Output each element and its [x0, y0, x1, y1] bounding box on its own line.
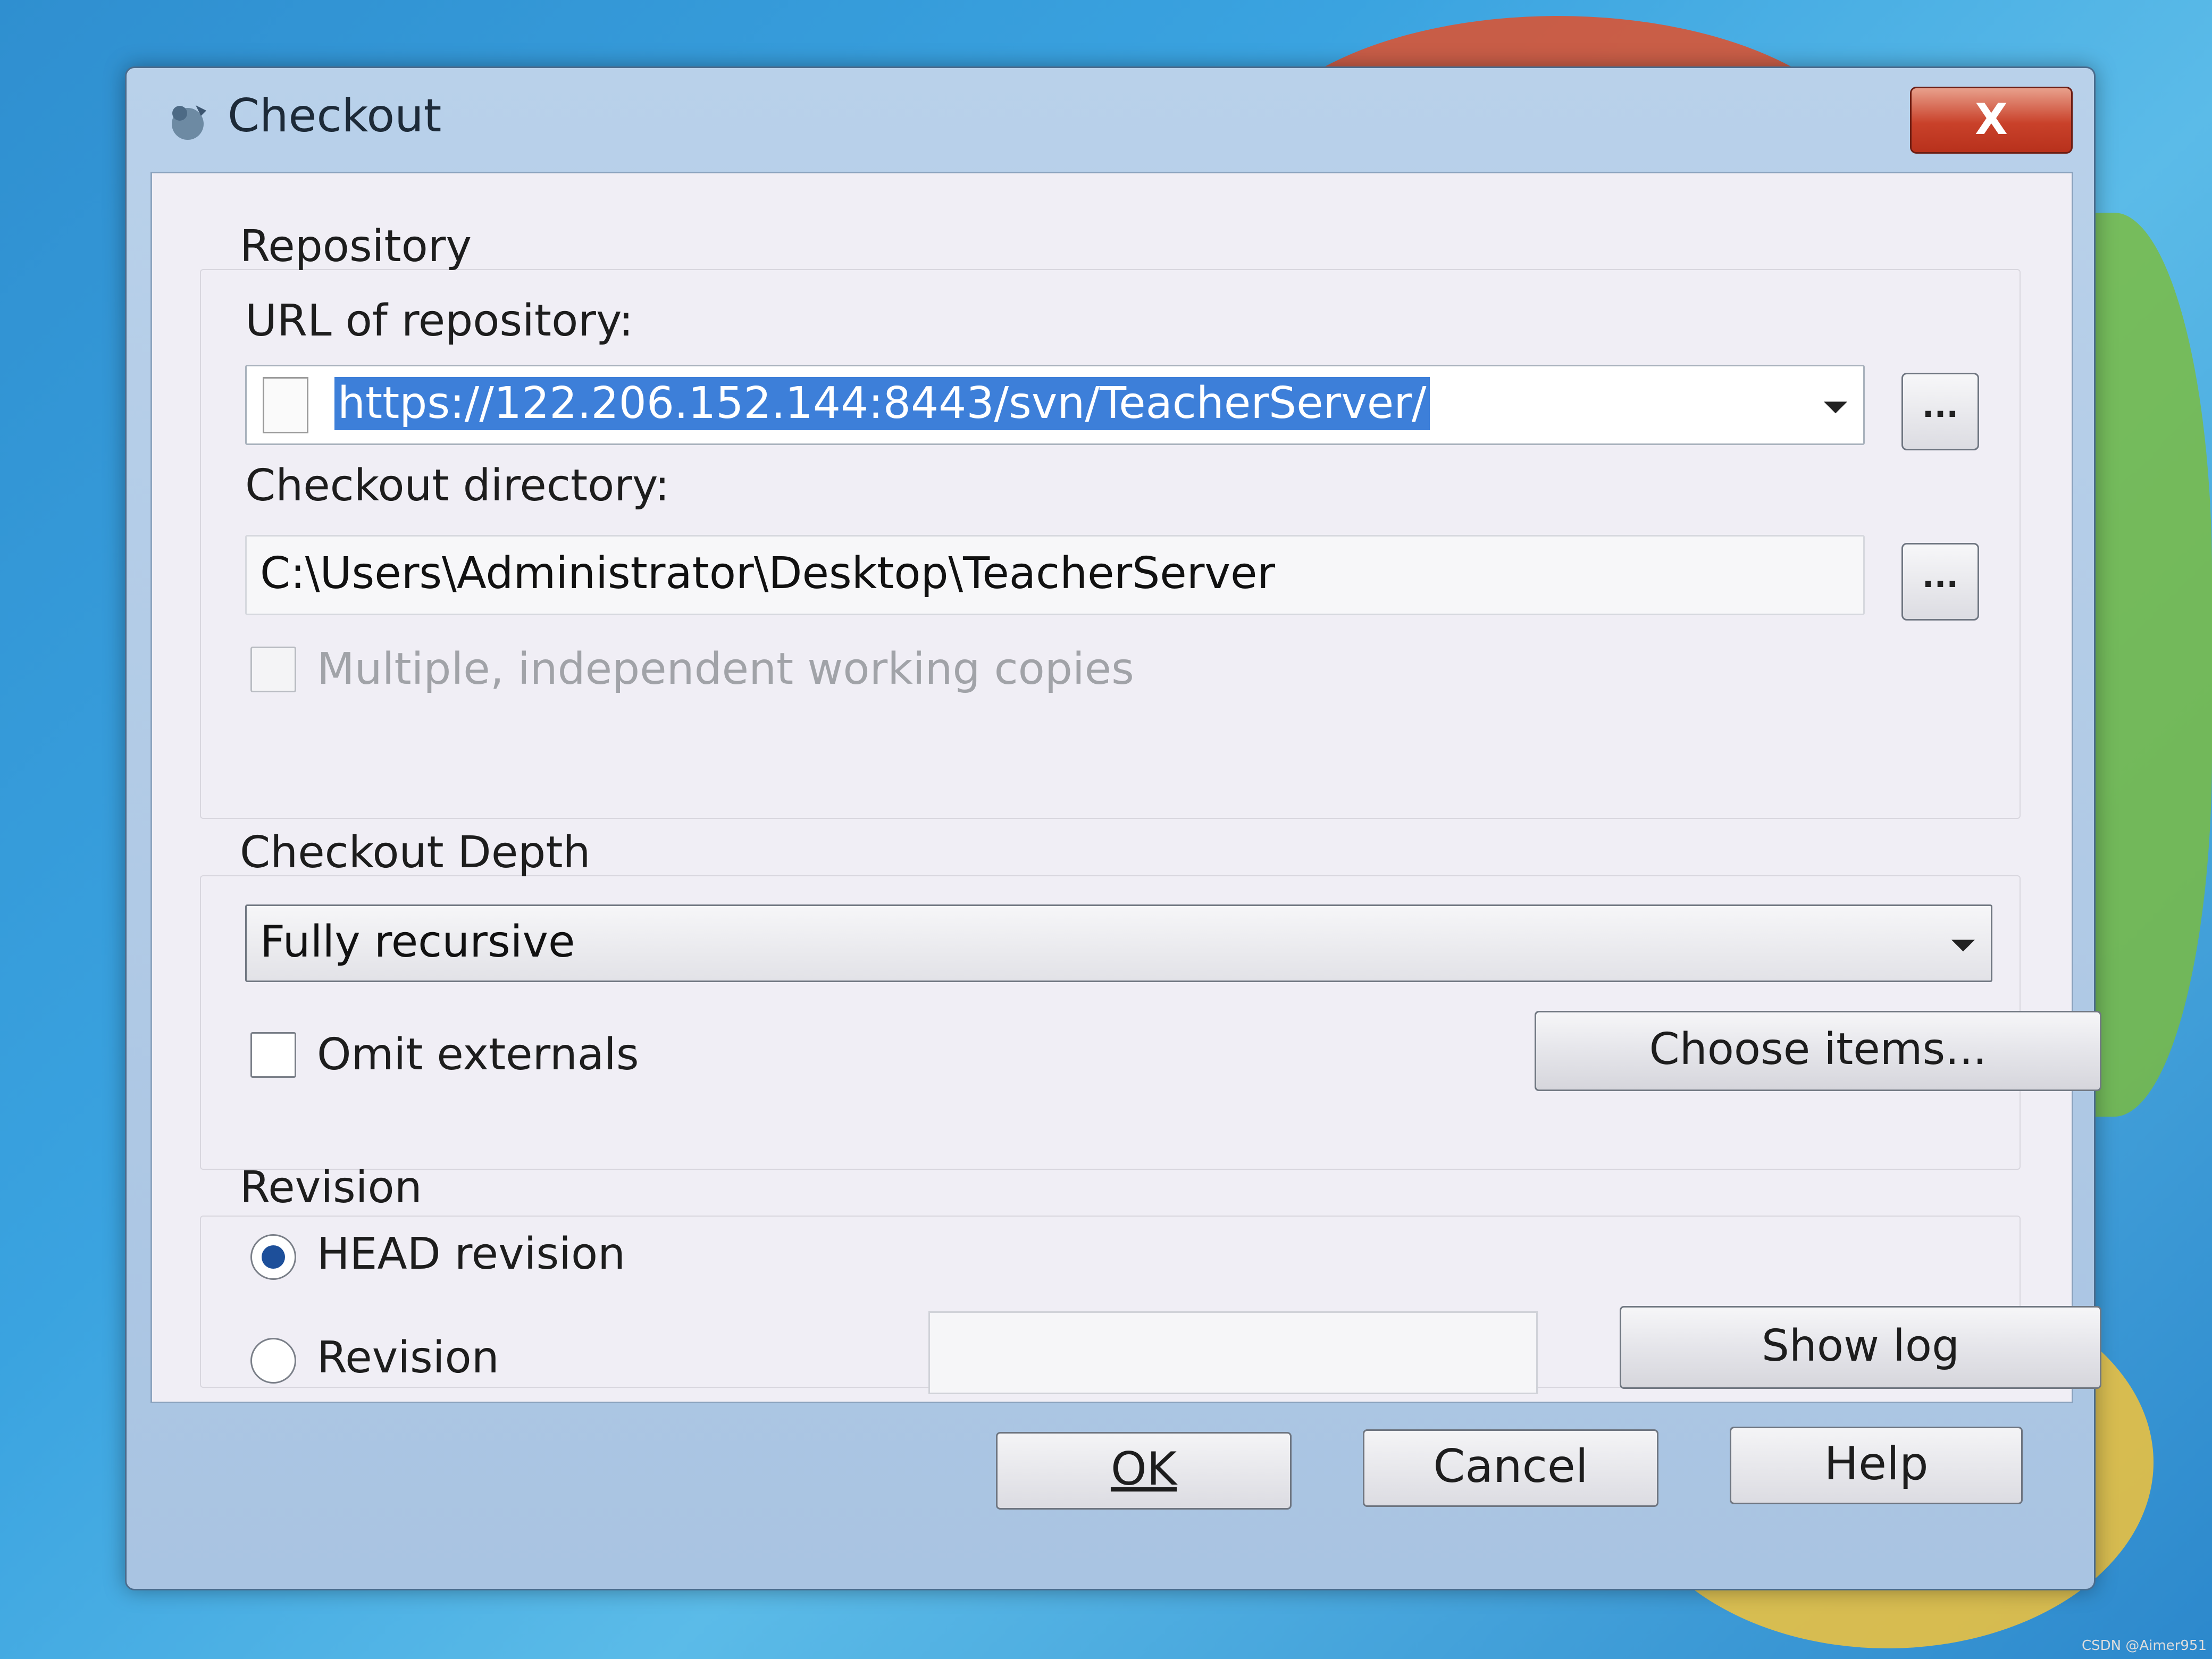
repository-group-label: Repository: [240, 221, 472, 272]
head-revision-label: HEAD revision: [317, 1229, 626, 1279]
chevron-down-icon[interactable]: [1824, 401, 1847, 413]
directory-input[interactable]: C:\Users\Administrator\Desktop\TeacherSe…: [245, 535, 1865, 615]
choose-items-button[interactable]: Choose items...: [1535, 1011, 2101, 1091]
depth-dropdown[interactable]: Fully recursive: [245, 904, 1992, 982]
multiple-copies-label: Multiple, independent working copies: [317, 644, 1134, 694]
tortoisesvn-icon: [172, 105, 206, 140]
browse-url-button[interactable]: ...: [1901, 373, 1979, 450]
omit-externals-label: Omit externals: [317, 1029, 639, 1080]
watermark: CSDN @Aimer951: [2081, 1638, 2207, 1654]
revision-input[interactable]: [928, 1311, 1538, 1394]
revision-label: Revision: [317, 1333, 499, 1383]
close-button[interactable]: X: [1910, 87, 2073, 154]
chevron-down-icon[interactable]: [1951, 940, 1975, 952]
show-log-button[interactable]: Show log: [1620, 1306, 2101, 1389]
checkout-dialog: Checkout X Repository URL of repository:…: [125, 66, 2101, 1590]
url-label: URL of repository:: [245, 296, 634, 346]
dialog-title: Checkout: [228, 89, 442, 143]
ok-label: OK: [1110, 1443, 1177, 1496]
omit-externals-checkbox[interactable]: [250, 1032, 296, 1078]
ok-button[interactable]: OK: [996, 1432, 1292, 1510]
cancel-button[interactable]: Cancel: [1363, 1429, 1658, 1507]
url-combobox[interactable]: https://122.206.152.144:8443/svn/Teacher…: [245, 365, 1865, 445]
dialog-client-area: Repository URL of repository: https://12…: [150, 172, 2101, 1403]
depth-selected: Fully recursive: [260, 917, 575, 967]
directory-label: Checkout directory:: [245, 460, 670, 511]
revision-radio[interactable]: [250, 1338, 296, 1384]
directory-value: C:\Users\Administrator\Desktop\TeacherSe…: [260, 548, 1276, 599]
help-button[interactable]: Help: [1730, 1427, 2023, 1504]
url-input[interactable]: https://122.206.152.144:8443/svn/Teacher…: [334, 377, 1430, 430]
head-revision-radio[interactable]: [250, 1234, 296, 1280]
multiple-copies-checkbox[interactable]: [250, 647, 296, 692]
file-icon: [263, 377, 308, 433]
depth-group-label: Checkout Depth: [240, 827, 591, 878]
browse-directory-button[interactable]: ...: [1901, 543, 1979, 621]
revision-group-label: Revision: [240, 1162, 422, 1213]
